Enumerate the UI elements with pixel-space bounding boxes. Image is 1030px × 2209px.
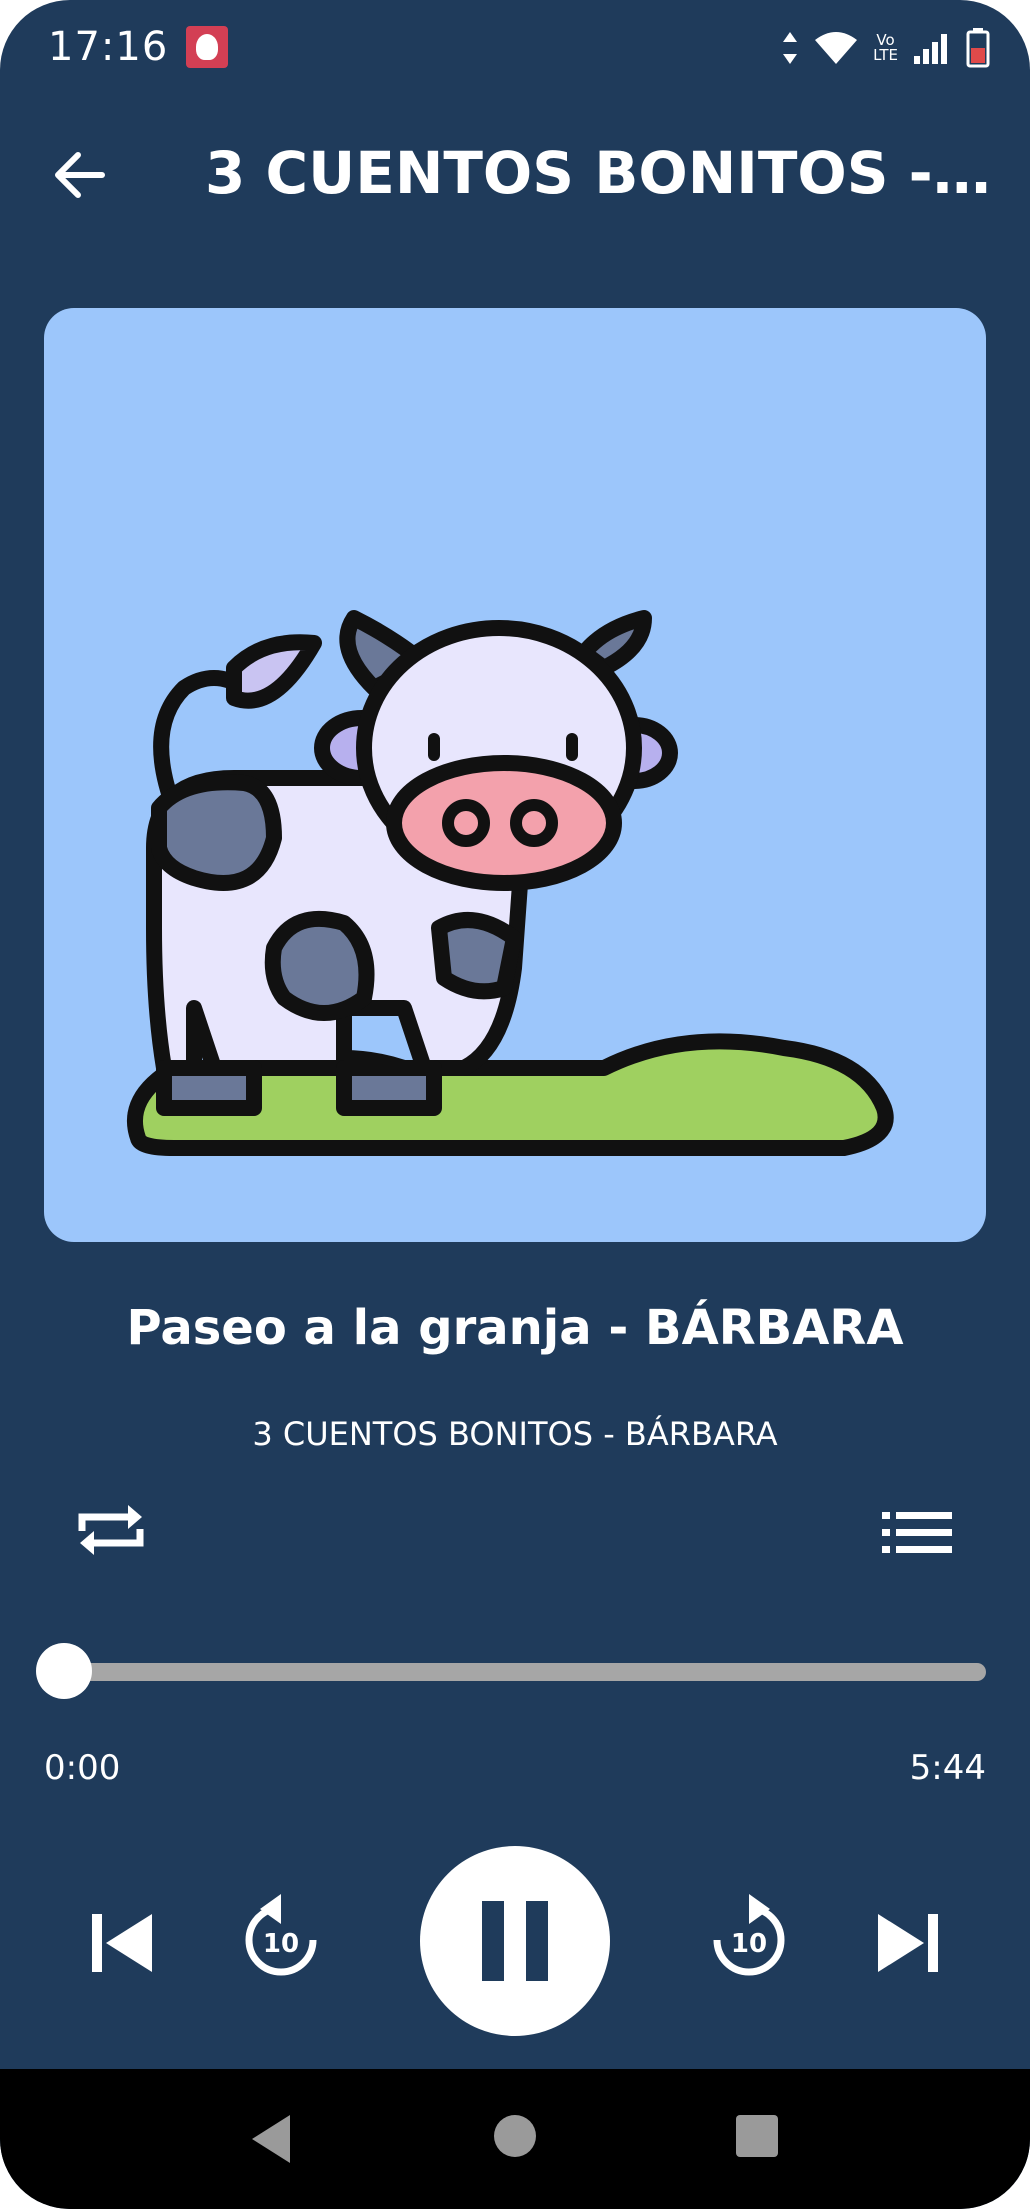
skip-previous-icon (92, 1914, 152, 1972)
nav-back-icon (252, 2115, 290, 2163)
progress-track (64, 1663, 986, 1681)
phone-frame: 17:16 Vo LTE 3 CUENTOS BONITOS - B Paseo… (0, 0, 1030, 2209)
total-time: 5:44 (909, 1748, 986, 1788)
forward-10-icon: 10 (713, 1894, 785, 1976)
nav-recents-button[interactable] (736, 2115, 778, 2157)
nav-back-button[interactable] (246, 2111, 296, 2167)
next-track-button[interactable] (872, 1908, 942, 1978)
app-notification-icon (186, 26, 228, 68)
wifi-icon (815, 32, 858, 64)
skip-next-icon (878, 1914, 938, 1972)
repeat-button[interactable] (76, 1495, 146, 1565)
replay-10-icon: 10 (245, 1894, 317, 1976)
volte-icon: Vo LTE (873, 33, 898, 63)
battery-icon (966, 28, 990, 68)
back-button[interactable] (48, 145, 118, 205)
album-artwork (44, 308, 986, 1242)
status-time: 17:16 (48, 24, 169, 70)
repeat-icon (78, 1505, 144, 1555)
current-time: 0:00 (44, 1748, 121, 1788)
pause-icon (482, 1901, 548, 1981)
forward-seconds-label: 10 (731, 1929, 767, 1959)
previous-track-button[interactable] (88, 1908, 158, 1978)
signal-icon (914, 34, 947, 64)
album-title: 3 CUENTOS BONITOS - BÁRBARA (252, 1415, 778, 1453)
nav-home-button[interactable] (494, 2115, 536, 2157)
status-bar: 17:16 Vo LTE (0, 0, 1030, 100)
player-screen: 17:16 Vo LTE 3 CUENTOS BONITOS - B Paseo… (0, 0, 1030, 2209)
page-title: 3 CUENTOS BONITOS - BÁRBARA (205, 139, 995, 207)
arrow-left-icon (55, 152, 105, 198)
status-icons: Vo LTE (781, 26, 990, 70)
track-title: Paseo a la granja - BÁRBARA (126, 1300, 904, 1356)
data-arrows-icon (783, 32, 798, 64)
play-pause-button[interactable] (420, 1846, 610, 2036)
volte-label-bottom: LTE (873, 46, 898, 64)
rewind-10-button[interactable]: 10 (236, 1886, 326, 1986)
app-bar: 3 CUENTOS BONITOS - BÁRBARA (0, 125, 1030, 225)
playlist-button[interactable] (882, 1508, 952, 1558)
progress-thumb[interactable] (36, 1643, 92, 1699)
forward-10-button[interactable]: 10 (704, 1886, 794, 1986)
system-nav-bar (0, 2069, 1030, 2209)
playlist-icon (882, 1512, 952, 1553)
rewind-seconds-label: 10 (263, 1929, 299, 1959)
cow-illustration (126, 610, 894, 1156)
progress-slider[interactable] (36, 1643, 986, 1699)
